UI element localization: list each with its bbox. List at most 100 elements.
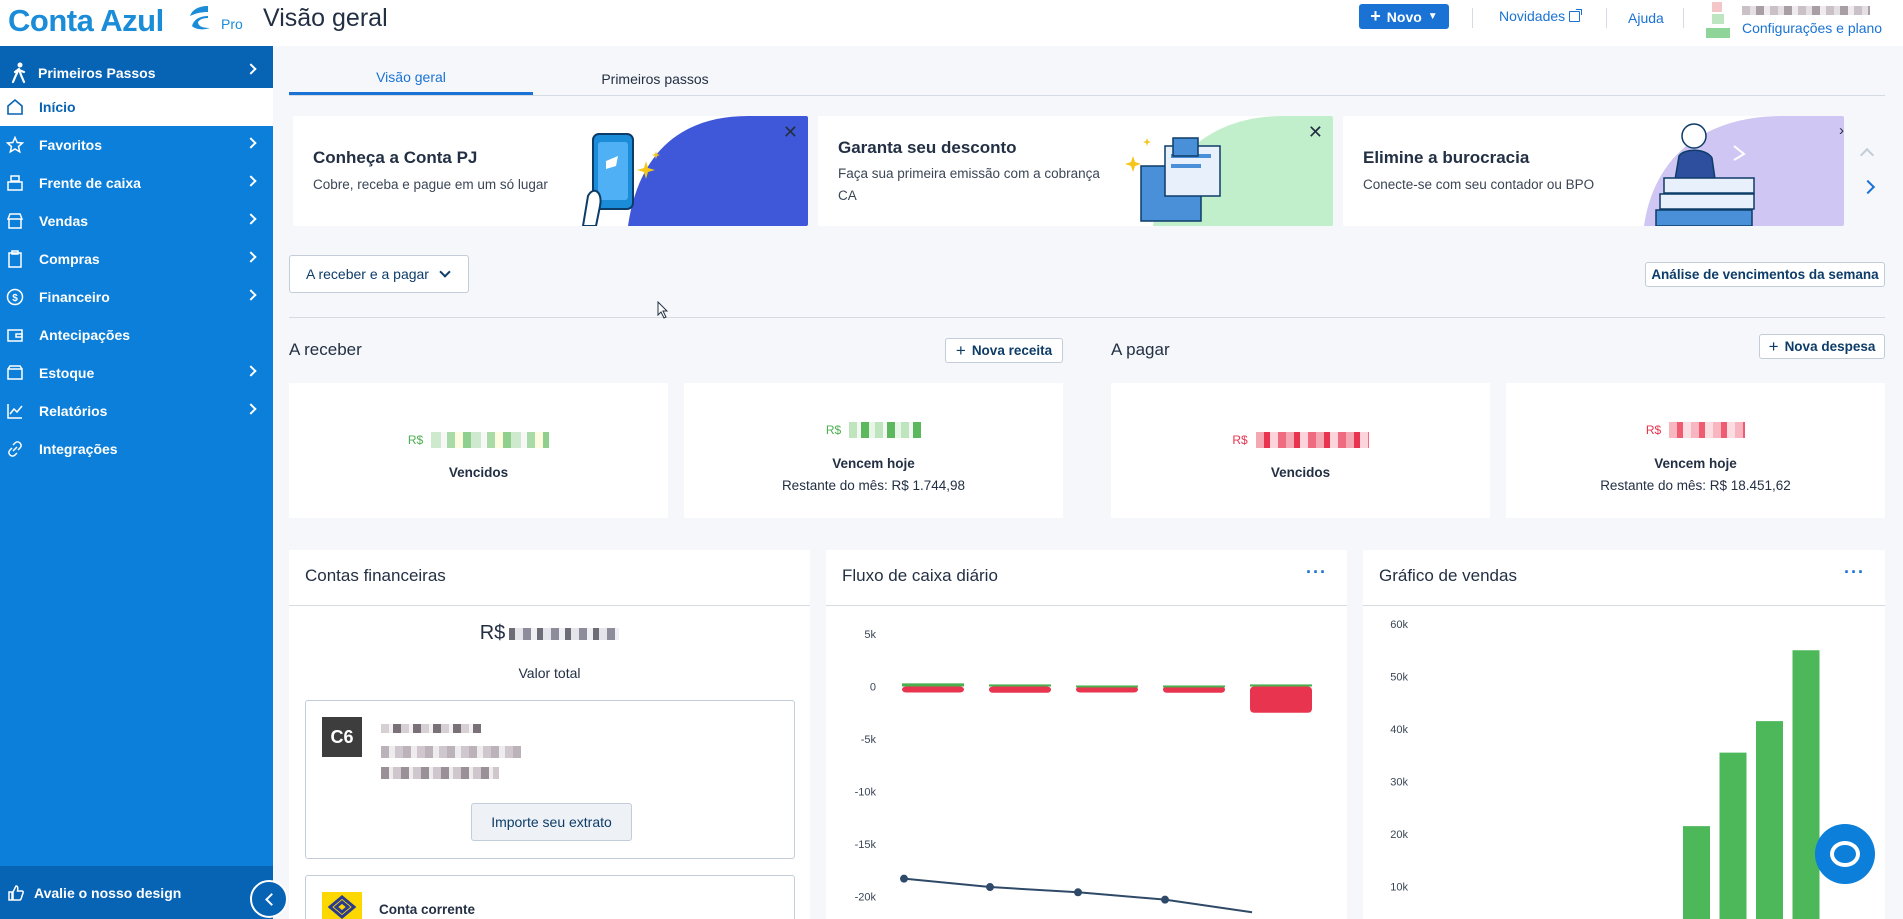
balance-point: [1074, 888, 1082, 897]
payable-title: A pagar: [1111, 340, 1170, 359]
sidebar-item-label: Início: [39, 99, 76, 115]
top-bar: Conta Azul Pro Visão geral + Novo ▼ Novi…: [0, 0, 1903, 46]
walking-icon: [11, 62, 26, 84]
sidebar-item-label: Favoritos: [39, 137, 103, 153]
sidebar-item-relatorios[interactable]: Relatórios: [0, 392, 273, 430]
config-plan-link[interactable]: Configurações e plano: [1742, 20, 1882, 36]
banner-bureaucracy[interactable]: › Elimine a burocracia Conecte-se com se…: [1343, 116, 1844, 226]
plus-icon: +: [1768, 337, 1779, 356]
today-label: Vencem hoje: [832, 456, 915, 471]
sidebar-item-financeiro[interactable]: $ Financeiro: [0, 278, 273, 316]
y-tick-label: 40k: [1390, 724, 1408, 736]
cash-register-icon: [6, 174, 24, 192]
redacted-amount: [1669, 422, 1746, 438]
sidebar-item-compras[interactable]: Compras: [0, 240, 273, 278]
avatar[interactable]: [1706, 2, 1732, 38]
cashflow-negative-bar: [1250, 686, 1312, 713]
banner-discount[interactable]: ✕ Garanta seu desconto Faça sua primeira…: [818, 116, 1333, 226]
more-options-icon[interactable]: ···: [1844, 562, 1865, 583]
store-icon: [6, 212, 24, 230]
y-tick-label: 50k: [1390, 672, 1408, 684]
sidebar-item-label: Compras: [39, 251, 100, 267]
cashflow-chart: 5k 0 -5k -10k -15k -20k: [855, 629, 1312, 914]
chevron-down-icon: [439, 266, 451, 278]
banner-illustration: [1644, 116, 1844, 226]
new-button[interactable]: + Novo ▼: [1359, 4, 1449, 29]
redacted-text: [381, 746, 521, 758]
new-revenue-button[interactable]: + Nova receita: [945, 338, 1063, 363]
chevron-right-icon: [245, 365, 257, 377]
account-card-c6[interactable]: C6 Importe seu extrato: [305, 700, 795, 859]
cashflow-positive-bar: [902, 683, 964, 687]
rate-design-button[interactable]: Avalie o nosso design: [0, 866, 288, 919]
sidebar-item-inicio[interactable]: Início: [0, 88, 273, 126]
help-link[interactable]: Ajuda: [1628, 10, 1664, 26]
banner-subtitle: Faça sua primeira emissão com a cobrança: [838, 166, 1100, 181]
sidebar-item-favoritos[interactable]: Favoritos: [0, 126, 273, 164]
collapse-sidebar-button[interactable]: [250, 880, 288, 918]
chevron-right-icon: [245, 175, 257, 187]
tab-first-steps[interactable]: Primeiros passos: [533, 62, 777, 95]
panel-title: Fluxo de caixa diário: [842, 566, 998, 585]
import-statement-button[interactable]: Importe seu extrato: [471, 803, 632, 841]
banner-conta-pj[interactable]: ✕ Conheça a Conta PJ Cobre, receba e pag…: [293, 116, 808, 226]
bb-bank-logo: [322, 892, 362, 919]
currency-symbol: R$: [1232, 433, 1248, 447]
more-options-icon[interactable]: ···: [1306, 562, 1327, 583]
sidebar-item-antecipacoes[interactable]: Antecipações: [0, 316, 273, 354]
plus-icon: +: [955, 341, 966, 360]
novidades-link[interactable]: Novidades: [1499, 8, 1583, 24]
page-title: Visão geral: [263, 4, 388, 32]
panel-title: Gráfico de vendas: [1379, 566, 1517, 585]
box-icon: [6, 364, 24, 382]
chat-icon: [1830, 841, 1860, 867]
overdue-label: Vencidos: [1270, 465, 1331, 480]
payable-overdue-card[interactable]: R$ Vencidos: [1111, 383, 1490, 518]
receivable-overdue-card[interactable]: R$ Vencidos: [289, 383, 668, 518]
separator: [1472, 8, 1473, 28]
chat-button[interactable]: [1815, 824, 1875, 884]
close-icon[interactable]: ✕: [783, 122, 798, 143]
brand-logo[interactable]: Conta Azul: [8, 3, 164, 39]
novidades-label: Novidades: [1499, 8, 1566, 24]
sidebar-item-vendas[interactable]: Vendas: [0, 202, 273, 240]
separator: [1606, 8, 1607, 28]
redacted-amount: [431, 432, 550, 448]
y-tick-label: 0: [870, 682, 876, 694]
weekly-analysis-button[interactable]: Análise de vencimentos da semana: [1645, 262, 1885, 287]
divider: [289, 317, 1885, 318]
new-expense-label: Nova despesa: [1784, 339, 1876, 354]
sidebar-item-label: Frente de caixa: [39, 175, 141, 191]
sidebar-item-integracoes[interactable]: Integrações: [0, 430, 273, 468]
receivable-today-card[interactable]: R$ Vencem hoje Restante do mês: R$ 1.744…: [684, 383, 1063, 518]
carousel-up-icon[interactable]: [1859, 147, 1875, 163]
banner-illustration: [581, 116, 808, 226]
sales-bar: [1719, 752, 1747, 919]
overdue-label: Vencidos: [448, 465, 509, 480]
banner-illustration: [1125, 116, 1333, 226]
sales-bar: [1756, 721, 1783, 919]
carousel-down-icon[interactable]: [1860, 179, 1876, 195]
y-tick-label: 30k: [1390, 777, 1408, 789]
account-name: Conta corrente: [379, 902, 476, 917]
month-remaining: Restante do mês: R$ 18.451,62: [1600, 478, 1791, 493]
chevron-right-icon[interactable]: ›: [1839, 122, 1844, 139]
account-card-bb[interactable]: Conta corrente: [305, 875, 795, 919]
y-tick-label: -15k: [855, 839, 877, 851]
payable-today-card[interactable]: R$ Vencem hoje Restante do mês: R$ 18.45…: [1506, 383, 1885, 518]
sales-bar: [1792, 650, 1820, 919]
user-name-redacted: [1742, 6, 1870, 15]
tab-overview[interactable]: Visão geral: [289, 62, 533, 95]
financial-accounts-panel: Contas financeiras R$ Valor total C6 Imp…: [289, 550, 810, 919]
chevron-right-icon: [245, 251, 257, 263]
cashflow-positive-bar: [1163, 685, 1225, 688]
sidebar-item-estoque[interactable]: Estoque: [0, 354, 273, 392]
close-icon[interactable]: ✕: [1308, 122, 1323, 143]
plus-icon: +: [1370, 5, 1381, 26]
thumbs-up-icon: [8, 884, 24, 901]
y-tick-label: -20k: [855, 892, 877, 904]
external-link-icon: [1569, 8, 1583, 22]
sidebar-item-frente-de-caixa[interactable]: Frente de caixa: [0, 164, 273, 202]
receivable-payable-dropdown[interactable]: A receber e a pagar: [289, 255, 469, 293]
new-expense-button[interactable]: + Nova despesa: [1759, 334, 1885, 359]
